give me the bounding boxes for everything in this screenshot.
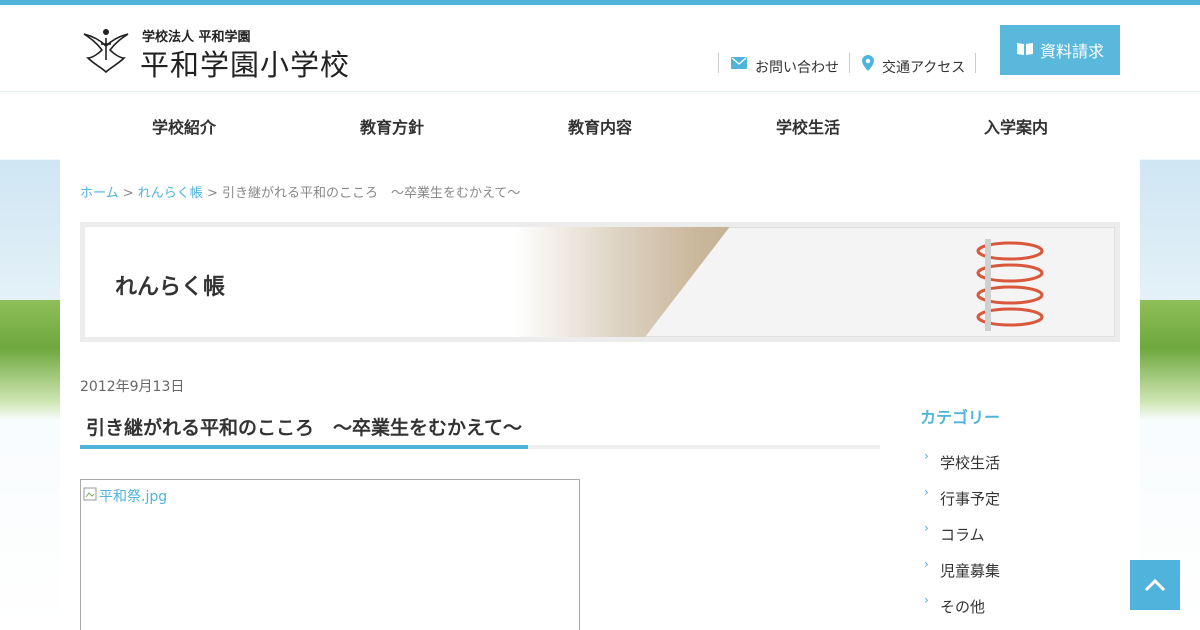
background-sky-right — [1130, 160, 1200, 300]
sidebar-item-events[interactable]: › 行事予定 — [920, 480, 1120, 516]
map-pin-icon — [862, 55, 874, 71]
broken-image-placeholder: 平和祭.jpg — [83, 486, 167, 506]
chevron-right-icon: › — [924, 593, 929, 607]
broken-image-icon — [83, 487, 97, 505]
sidebar-item-recruitment[interactable]: › 児童募集 — [920, 552, 1120, 588]
sidebar-item-label: その他 — [940, 597, 986, 616]
chevron-up-icon — [1144, 578, 1166, 592]
page-banner-inner: れんらく帳 — [85, 227, 1115, 337]
site-header: 学校法人 平和学園 平和学園小学校 お問い合わせ 交通アクセス 資料請求 — [0, 5, 1200, 91]
mail-icon — [731, 57, 747, 69]
sidebar-item-label: 学校生活 — [940, 453, 1001, 472]
document-request-button[interactable]: 資料請求 — [1000, 25, 1120, 75]
sidebar-item-label: 児童募集 — [940, 561, 1001, 580]
sidebar-item-other[interactable]: › その他 — [920, 588, 1120, 624]
chevron-right-icon: › — [924, 521, 929, 535]
breadcrumb-home[interactable]: ホーム — [80, 186, 119, 201]
sidebar-item-column[interactable]: › コラム — [920, 516, 1120, 552]
breadcrumb-current: 引き継がれる平和のこころ ～卒業生をむかえて～ — [221, 186, 521, 201]
breadcrumb: ホーム > れんらく帳 > 引き継がれる平和のこころ ～卒業生をむかえて～ — [80, 182, 520, 201]
post-image[interactable]: 平和祭.jpg — [80, 479, 580, 630]
chevron-right-icon: › — [924, 485, 929, 499]
dove-cross-icon — [83, 29, 129, 74]
contact-link-label: お問い合わせ — [755, 60, 839, 76]
breadcrumb-separator: > — [118, 186, 138, 201]
breadcrumb-separator: > — [202, 186, 222, 201]
site-logo[interactable]: 学校法人 平和学園 平和学園小学校 — [80, 24, 370, 82]
global-navigation: 学校紹介 教育方針 教育内容 学校生活 入学案内 — [0, 91, 1200, 159]
background-hill-right — [1130, 300, 1200, 420]
book-icon — [1016, 41, 1034, 60]
sidebar-item-label: コラム — [940, 525, 985, 544]
sidebar: カテゴリー › 学校生活 › 行事予定 › コラム › 児童募集 › その他 — [920, 404, 1120, 624]
sidebar-item-school-life[interactable]: › 学校生活 — [920, 444, 1120, 480]
post-image-alt: 平和祭.jpg — [99, 489, 168, 505]
sidebar-item-label: 行事予定 — [940, 489, 1001, 508]
post-title-underline: 引き継がれる平和のこころ ～卒業生をむかえて～ — [80, 407, 880, 449]
nav-item-curriculum[interactable]: 教育内容 — [496, 92, 704, 160]
post-date: 2012年9月13日 — [80, 379, 185, 395]
notebook-ring-binder — [976, 239, 1044, 331]
nav-item-policy[interactable]: 教育方針 — [288, 92, 496, 160]
document-request-label: 資料請求 — [1039, 42, 1104, 61]
main-content: ホーム > れんらく帳 > 引き継がれる平和のこころ ～卒業生をむかえて～ れん… — [60, 159, 1140, 630]
post-title: 引き継がれる平和のこころ ～卒業生をむかえて～ — [80, 407, 529, 449]
sidebar-heading: カテゴリー — [920, 408, 1001, 427]
access-link[interactable]: 交通アクセス — [849, 53, 977, 76]
chevron-right-icon: › — [924, 449, 929, 463]
page-banner: れんらく帳 — [80, 222, 1120, 342]
breadcrumb-section[interactable]: れんらく帳 — [138, 186, 203, 201]
logo-title: 平和学園小学校 — [140, 48, 351, 82]
chevron-right-icon: › — [924, 557, 929, 571]
nav-item-about[interactable]: 学校紹介 — [80, 92, 288, 160]
page-banner-title: れんらく帳 — [115, 275, 226, 300]
back-to-top-button[interactable] — [1130, 560, 1180, 610]
nav-item-admission[interactable]: 入学案内 — [912, 92, 1120, 160]
contact-link[interactable]: お問い合わせ — [718, 53, 849, 76]
header-utility-links: お問い合わせ 交通アクセス — [718, 51, 977, 76]
access-link-label: 交通アクセス — [882, 60, 966, 76]
nav-item-school-life[interactable]: 学校生活 — [704, 92, 912, 160]
